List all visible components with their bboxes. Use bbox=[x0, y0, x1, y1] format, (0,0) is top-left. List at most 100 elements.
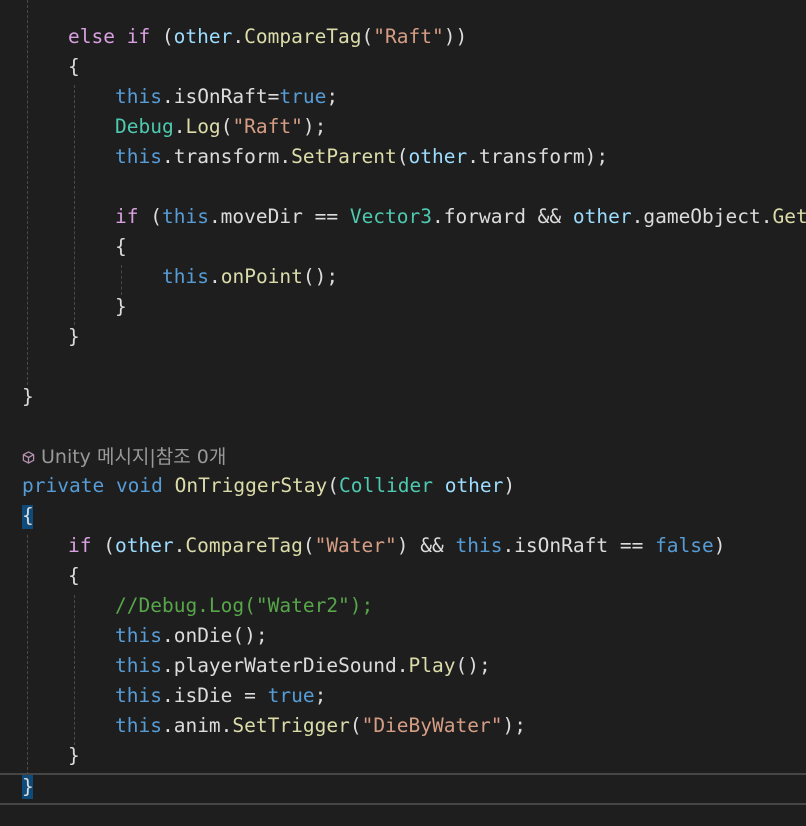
plain-token: .anim. bbox=[161, 714, 233, 737]
punct-token: . bbox=[208, 265, 221, 288]
code-line[interactable]: if (other.CompareTag("Water") && this.is… bbox=[0, 531, 806, 561]
keyword-token: this bbox=[115, 85, 162, 108]
keyword-token: this bbox=[115, 654, 162, 677]
code-line[interactable]: if (this.moveDir == Vector3.forward && o… bbox=[0, 202, 806, 232]
codelens-unity-message[interactable]: Unity 메시지|참조 0개 bbox=[22, 442, 226, 472]
code-line[interactable]: } bbox=[0, 382, 806, 412]
punct-token: ); bbox=[302, 115, 327, 138]
string-token: "Raft" bbox=[232, 115, 303, 138]
punct-token: ( bbox=[150, 25, 174, 48]
code-line[interactable]: { bbox=[0, 232, 806, 262]
brace-token: } bbox=[68, 325, 80, 348]
code-line[interactable]: { bbox=[0, 52, 806, 82]
code-line[interactable]: this.isOnRaft=true; bbox=[0, 82, 806, 112]
punct-token: ( bbox=[327, 474, 340, 497]
keyword-token: else if bbox=[68, 25, 151, 48]
code-editor[interactable]: else if (other.CompareTag("Raft")) { thi… bbox=[0, 0, 806, 826]
code-line[interactable]: { bbox=[0, 501, 806, 531]
code-line[interactable]: private void OnTriggerStay(Collider othe… bbox=[0, 471, 806, 501]
keyword-token: this bbox=[115, 624, 162, 647]
punct-token: (); bbox=[455, 654, 491, 677]
keyword-token: if bbox=[68, 534, 92, 557]
brace-token: { bbox=[115, 235, 127, 258]
keyword-token: this bbox=[162, 265, 209, 288]
string-token: "Raft" bbox=[373, 25, 444, 48]
keyword-token: this bbox=[115, 714, 162, 737]
punct-token: . bbox=[173, 115, 186, 138]
plain-token: .isOnRaft == bbox=[502, 534, 656, 557]
punct-token: ( bbox=[361, 25, 374, 48]
code-line[interactable]: Debug.Log("Raft"); bbox=[0, 112, 806, 142]
punct-token: ( bbox=[302, 534, 315, 557]
code-line[interactable]: this.anim.SetTrigger("DieByWater"); bbox=[0, 711, 806, 741]
punct-token: ; bbox=[314, 684, 327, 707]
keyword-token: true bbox=[279, 85, 327, 108]
code-line[interactable]: this.playerWaterDieSound.Play(); bbox=[0, 651, 806, 681]
code-line[interactable]: this.onPoint(); bbox=[0, 262, 806, 292]
keyword-token: this bbox=[115, 684, 162, 707]
punct-token: ) bbox=[713, 534, 726, 557]
plain-token: .forward && bbox=[432, 205, 573, 228]
punct-token: (); bbox=[302, 265, 339, 288]
brace-token: { bbox=[68, 564, 80, 587]
brace-token: { bbox=[22, 504, 34, 527]
param-token: other bbox=[572, 205, 632, 228]
punct-token: ( bbox=[396, 145, 409, 168]
code-line[interactable]: else if (other.CompareTag("Raft")) bbox=[0, 22, 806, 52]
type-token: Vector3 bbox=[349, 205, 433, 228]
punct-token: . bbox=[232, 25, 245, 48]
keyword-token: false bbox=[655, 534, 714, 557]
code-line[interactable]: } bbox=[0, 322, 806, 352]
code-line[interactable]: } bbox=[0, 741, 806, 771]
code-line[interactable]: //Debug.Log("Water2"); bbox=[0, 591, 806, 621]
method-token: SetTrigger bbox=[232, 714, 350, 737]
keyword-token: this bbox=[161, 205, 209, 228]
param-token: other bbox=[444, 474, 504, 497]
method-token: OnTriggerStay bbox=[174, 474, 328, 497]
punct-token: )) bbox=[443, 25, 468, 48]
method-token: onPoint bbox=[220, 265, 303, 288]
plain-token: .onDie(); bbox=[161, 624, 268, 647]
method-token: GetComponent bbox=[772, 205, 806, 228]
code-line[interactable]: this.isDie = true; bbox=[0, 681, 806, 711]
plain-token: .moveDir == bbox=[208, 205, 350, 228]
code-line[interactable]: } bbox=[0, 292, 806, 322]
param-token: other bbox=[114, 534, 174, 557]
param-token: other bbox=[408, 145, 468, 168]
method-token: Play bbox=[408, 654, 456, 677]
plain-token: ) && bbox=[396, 534, 456, 557]
method-token: CompareTag bbox=[185, 534, 303, 557]
code-line[interactable]: this.onDie(); bbox=[0, 621, 806, 651]
codelens-label[interactable]: Unity 메시지|참조 0개 bbox=[41, 446, 226, 468]
punct-token: ( bbox=[138, 205, 162, 228]
code-line-current[interactable]: } bbox=[0, 772, 806, 802]
keyword-token: private bbox=[22, 474, 105, 497]
param-token: other bbox=[173, 25, 233, 48]
plain-token: .transform. bbox=[161, 145, 292, 168]
plain-token: .isOnRaft= bbox=[161, 85, 280, 108]
type-token: Collider bbox=[339, 474, 433, 497]
brace-token: } bbox=[115, 295, 127, 318]
punct-token: . bbox=[173, 534, 186, 557]
punct-token: ); bbox=[502, 714, 526, 737]
keyword-token: this bbox=[115, 145, 162, 168]
plain-token: .isDie = bbox=[161, 684, 268, 707]
method-token: Log bbox=[185, 115, 221, 138]
code-line[interactable]: this.transform.SetParent(other.transform… bbox=[0, 142, 806, 172]
code-line[interactable]: { bbox=[0, 561, 806, 591]
comment-token: //Debug.Log("Water2"); bbox=[115, 594, 374, 617]
brace-token: } bbox=[22, 775, 34, 798]
punct-token: ( bbox=[349, 714, 362, 737]
type-token: Debug bbox=[115, 115, 174, 138]
punct-token: ; bbox=[326, 85, 339, 108]
string-token: "Water" bbox=[314, 534, 397, 557]
method-token: CompareTag bbox=[244, 25, 362, 48]
plain-token: .transform); bbox=[467, 145, 609, 168]
punct-token: ( bbox=[91, 534, 115, 557]
keyword-token: true bbox=[267, 684, 315, 707]
string-token: "DieByWater" bbox=[361, 714, 503, 737]
plain-token: .playerWaterDieSound. bbox=[161, 654, 409, 677]
